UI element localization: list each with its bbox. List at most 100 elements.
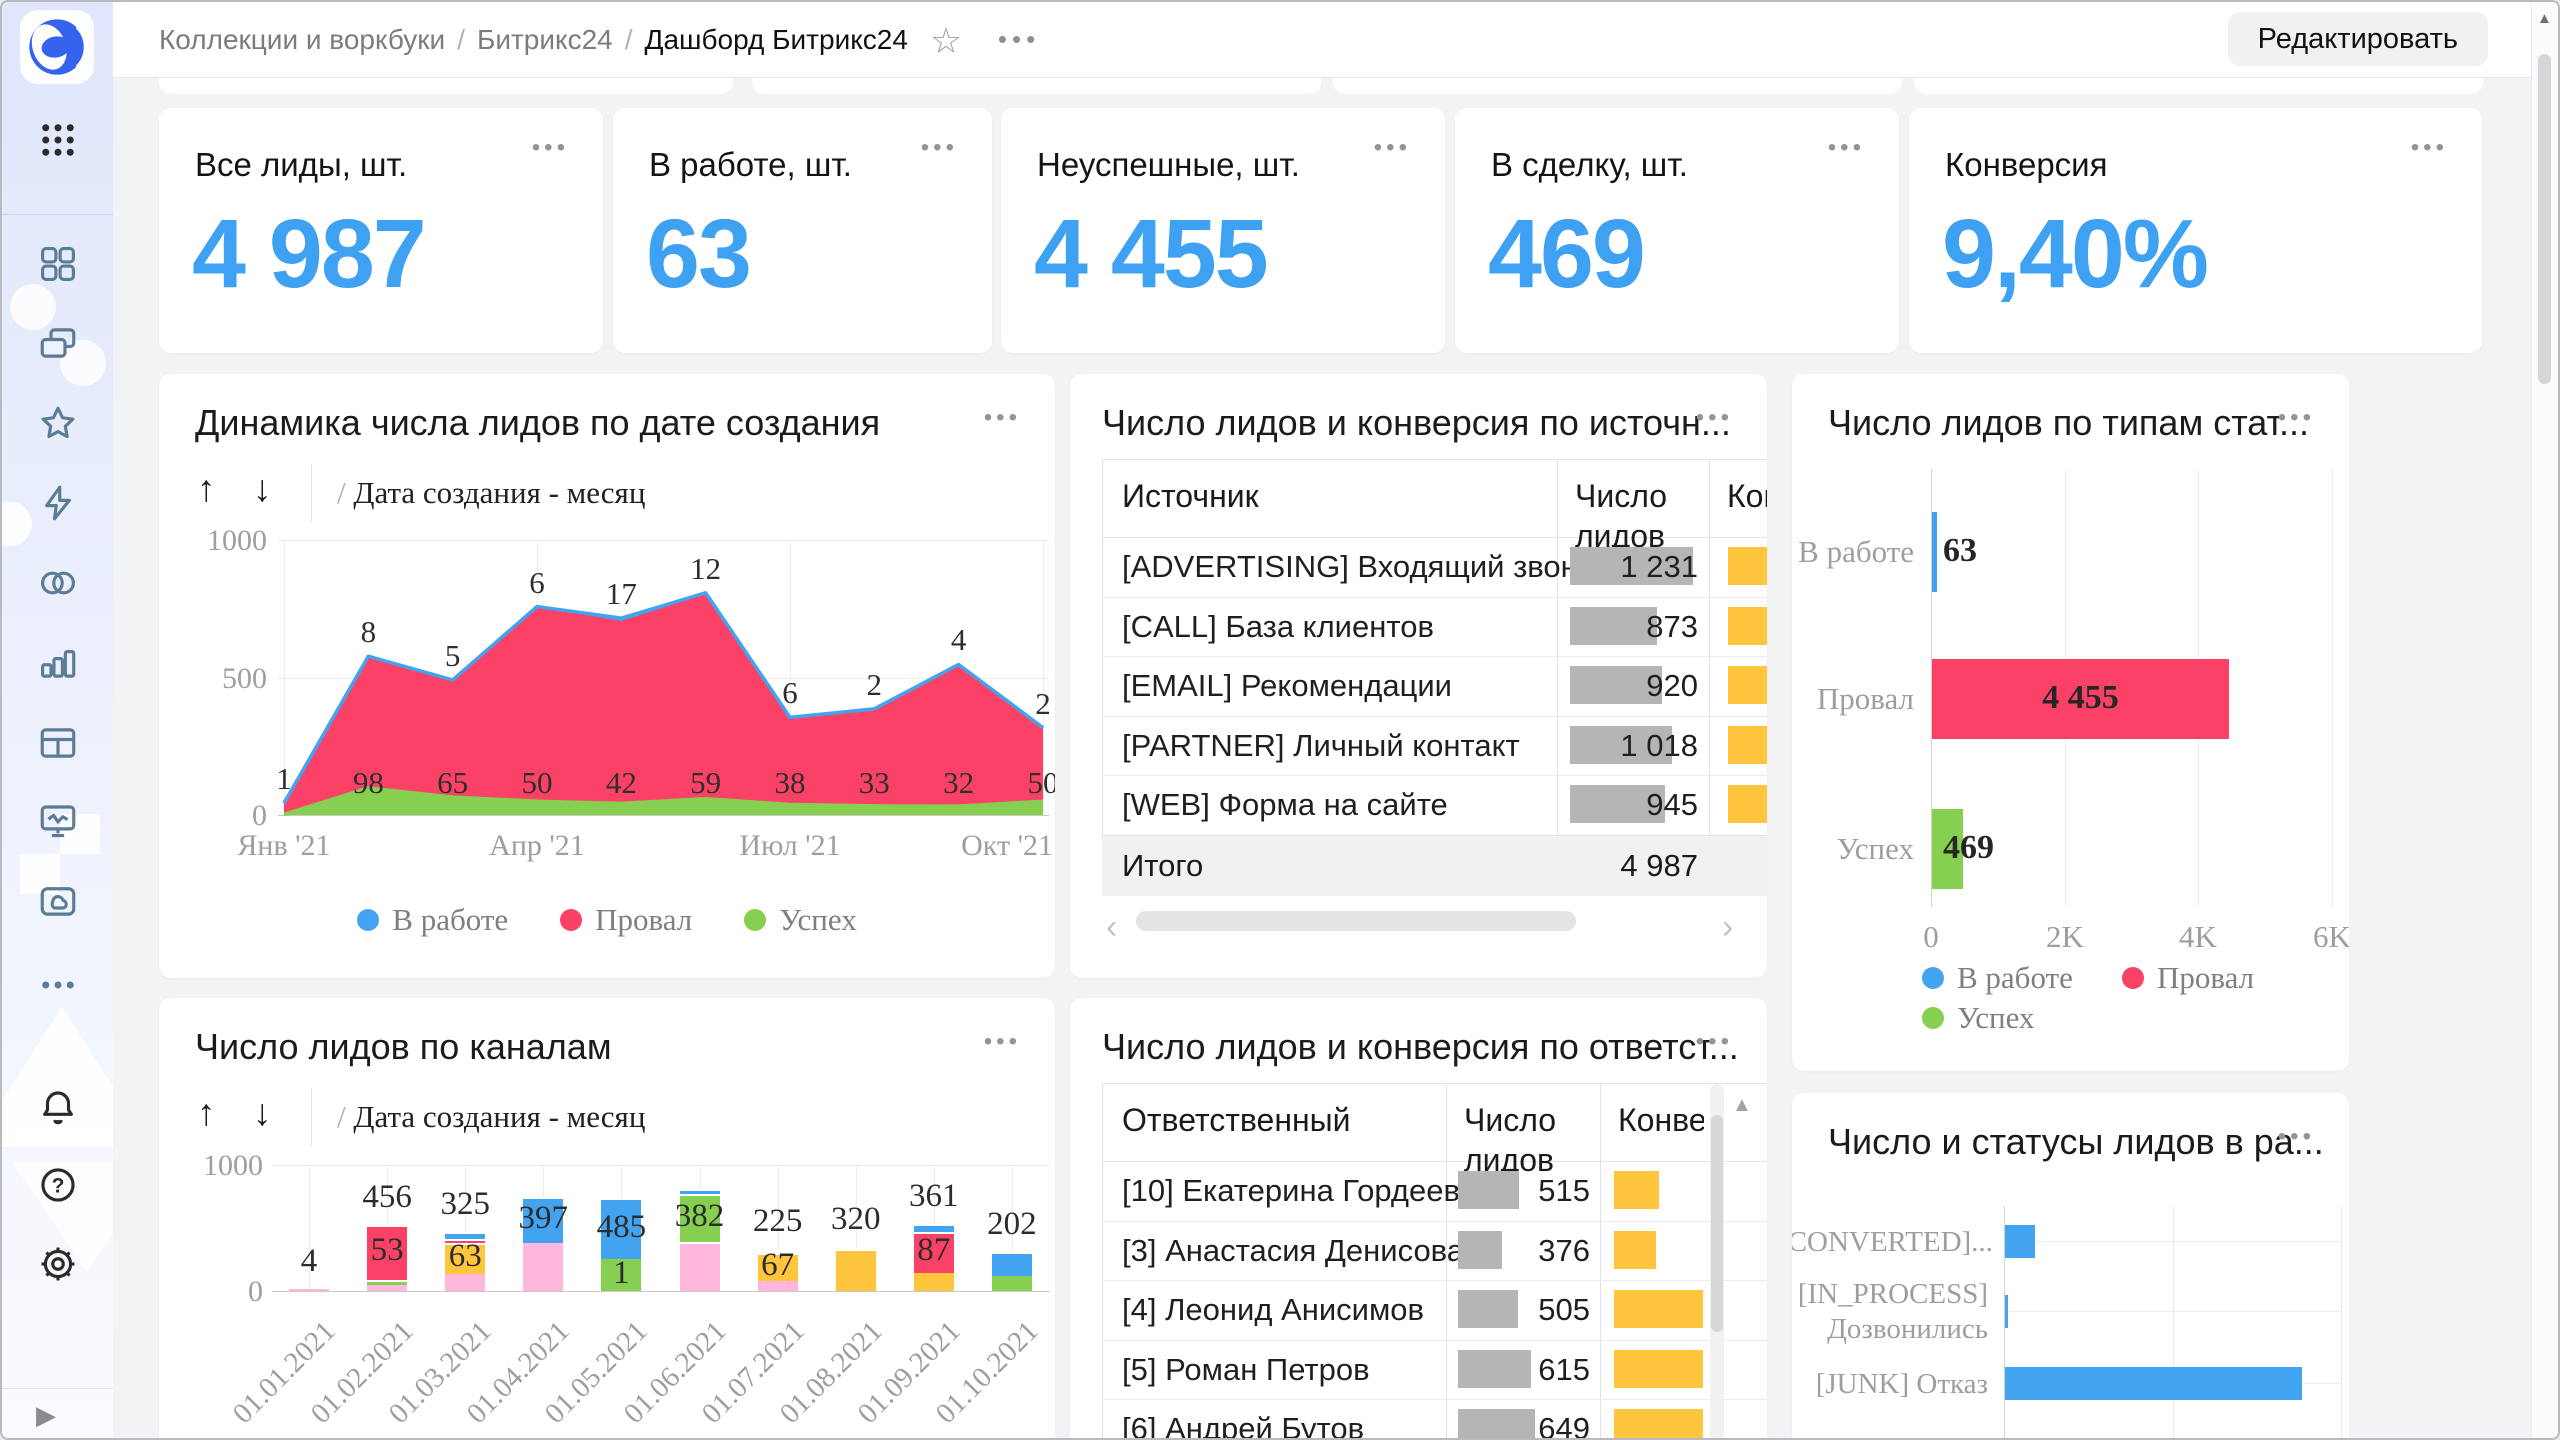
- card-menu-icon[interactable]: •••: [532, 134, 569, 162]
- bar-segment[interactable]: [758, 1249, 798, 1251]
- bar-segment[interactable]: [680, 1244, 720, 1291]
- legend-item[interactable]: В работе: [357, 902, 508, 938]
- y-tick-label: 1000: [175, 1149, 263, 1183]
- datasets-table-icon[interactable]: [37, 722, 79, 764]
- bar-segment[interactable]: [758, 1251, 798, 1253]
- scroll-left-icon[interactable]: ‹: [1106, 908, 1117, 947]
- conversion-bar: [1728, 785, 1767, 823]
- drilldown-breadcrumb[interactable]: / Дата создания - месяц: [337, 1099, 645, 1135]
- bar-segment[interactable]: [445, 1274, 485, 1291]
- card-menu-icon[interactable]: •••: [2411, 134, 2448, 162]
- charts-icon[interactable]: [37, 642, 79, 684]
- svg-text:?: ?: [52, 1175, 65, 1198]
- bar-segment[interactable]: [523, 1243, 563, 1291]
- bar-segment[interactable]: [680, 1189, 720, 1194]
- more-icon[interactable]: [37, 964, 79, 1006]
- bar-segment[interactable]: [914, 1224, 954, 1232]
- monitoring-icon[interactable]: [37, 800, 79, 842]
- ql-lightning-icon[interactable]: [37, 482, 79, 524]
- help-icon[interactable]: ?: [37, 1164, 79, 1206]
- data-label: 33: [834, 765, 914, 801]
- bar-segment[interactable]: [992, 1252, 1032, 1276]
- expand-sidebar-icon[interactable]: ▶: [36, 1400, 56, 1431]
- table-row[interactable]: [5] Роман Петров615: [1102, 1340, 1767, 1400]
- sidebar: ? ▶: [2, 2, 113, 1440]
- column-header[interactable]: Конверсия: [1618, 1100, 1704, 1140]
- edit-button[interactable]: Редактировать: [2228, 12, 2488, 66]
- column-header[interactable]: Источник: [1122, 476, 1422, 516]
- table-row[interactable]: [PARTNER] Личный контакт1 018: [1102, 716, 1767, 776]
- legend-dot-icon: [1922, 1007, 1944, 1029]
- data-label: 202: [957, 1206, 1055, 1243]
- datalens-logo[interactable]: [20, 10, 94, 84]
- legend-item[interactable]: Провал: [2122, 962, 2254, 994]
- legend-item[interactable]: В работе: [1922, 962, 2073, 994]
- cell-label: [6] Андрей Бутов: [1122, 1411, 1364, 1440]
- sort-descending-icon[interactable]: ↓: [253, 1092, 272, 1134]
- scroll-right-icon[interactable]: ›: [1722, 908, 1733, 947]
- dashboards-icon[interactable]: [37, 243, 79, 285]
- cell-label: [10] Екатерина Гордеева: [1122, 1173, 1477, 1209]
- bar-segment[interactable]: [836, 1249, 876, 1251]
- connections-icon[interactable]: [37, 562, 79, 604]
- kpi-title: В работе, шт.: [649, 146, 852, 184]
- card-menu-icon[interactable]: •••: [1828, 134, 1865, 162]
- table-row[interactable]: [ADVERTISING] Входящий звонок1 231: [1102, 537, 1767, 597]
- bar-segment[interactable]: [836, 1247, 876, 1249]
- bar-segment[interactable]: [367, 1280, 407, 1286]
- column-header[interactable]: Конверсия: [1727, 476, 1767, 516]
- column-header[interactable]: Ответственный: [1122, 1100, 1422, 1140]
- data-label: 6: [750, 675, 830, 711]
- bar-value-label: 63: [1943, 532, 2143, 570]
- favorites-star-icon[interactable]: [37, 402, 79, 444]
- bar[interactable]: [1932, 512, 1937, 592]
- favorite-star-icon[interactable]: ☆: [930, 20, 962, 62]
- table-row[interactable]: [4] Леонид Анисимов505: [1102, 1280, 1767, 1340]
- y-tick-label: 0: [175, 1275, 263, 1309]
- apps-grid-icon[interactable]: [37, 119, 79, 161]
- v-scrollbar-thumb[interactable]: [1711, 1115, 1723, 1332]
- table-row[interactable]: [CALL] База клиентов873: [1102, 597, 1767, 657]
- table-row[interactable]: [6] Андрей Бутов649: [1102, 1399, 1767, 1440]
- bar[interactable]: [2005, 1225, 2035, 1258]
- x-tick-label: Апр '21: [467, 829, 607, 863]
- partial-card: [1333, 78, 1902, 94]
- partial-card: [752, 78, 1321, 94]
- h-scrollbar-thumb[interactable]: [1136, 911, 1576, 931]
- breadcrumb-item[interactable]: Битрикс24: [477, 24, 613, 55]
- bar-segment[interactable]: [289, 1289, 329, 1291]
- x-tick-label: 0: [1891, 919, 1971, 955]
- sort-ascending-icon[interactable]: ↑: [197, 1092, 216, 1134]
- breadcrumb-item[interactable]: Коллекции и воркбуки: [159, 24, 445, 55]
- legend-item[interactable]: Успех: [744, 902, 856, 938]
- scroll-up-icon[interactable]: ▲: [2537, 10, 2552, 27]
- bar[interactable]: [2005, 1367, 2302, 1400]
- bar-segment[interactable]: [445, 1232, 485, 1239]
- legend-item[interactable]: Провал: [560, 902, 692, 938]
- table-row[interactable]: [3] Анастасия Денисова376: [1102, 1221, 1767, 1281]
- table-row[interactable]: [10] Екатерина Гордеева515: [1102, 1161, 1767, 1221]
- card-menu-icon[interactable]: •••: [1374, 134, 1411, 162]
- kpi-title: Неуспешные, шт.: [1037, 146, 1300, 184]
- bar-segment[interactable]: [914, 1273, 954, 1291]
- bar-segment[interactable]: [836, 1251, 876, 1291]
- bar-segment[interactable]: [680, 1242, 720, 1244]
- legend-item[interactable]: Успех: [1922, 1002, 2034, 1034]
- bar-segment[interactable]: [445, 1239, 485, 1243]
- table-row[interactable]: [EMAIL] Рекомендации920: [1102, 656, 1767, 716]
- bar-segment[interactable]: [992, 1276, 1032, 1291]
- notifications-bell-icon[interactable]: [37, 1086, 79, 1128]
- collections-icon[interactable]: [37, 322, 79, 364]
- bar[interactable]: [2005, 1295, 2008, 1328]
- table-row[interactable]: [WEB] Форма на сайте945: [1102, 775, 1767, 835]
- storage-folder-icon[interactable]: [37, 880, 79, 922]
- category-label: [JUNK] Отказ: [1792, 1368, 1988, 1401]
- settings-gear-icon[interactable]: [37, 1243, 79, 1285]
- card-menu-icon[interactable]: •••: [921, 134, 958, 162]
- legend-dot-icon: [357, 909, 379, 931]
- header-more-icon[interactable]: •••: [998, 24, 1040, 55]
- scrollbar-thumb[interactable]: [2538, 54, 2551, 384]
- cell-label: [5] Роман Петров: [1122, 1352, 1370, 1388]
- partial-card: [159, 78, 733, 94]
- bar-segment[interactable]: [367, 1285, 407, 1291]
